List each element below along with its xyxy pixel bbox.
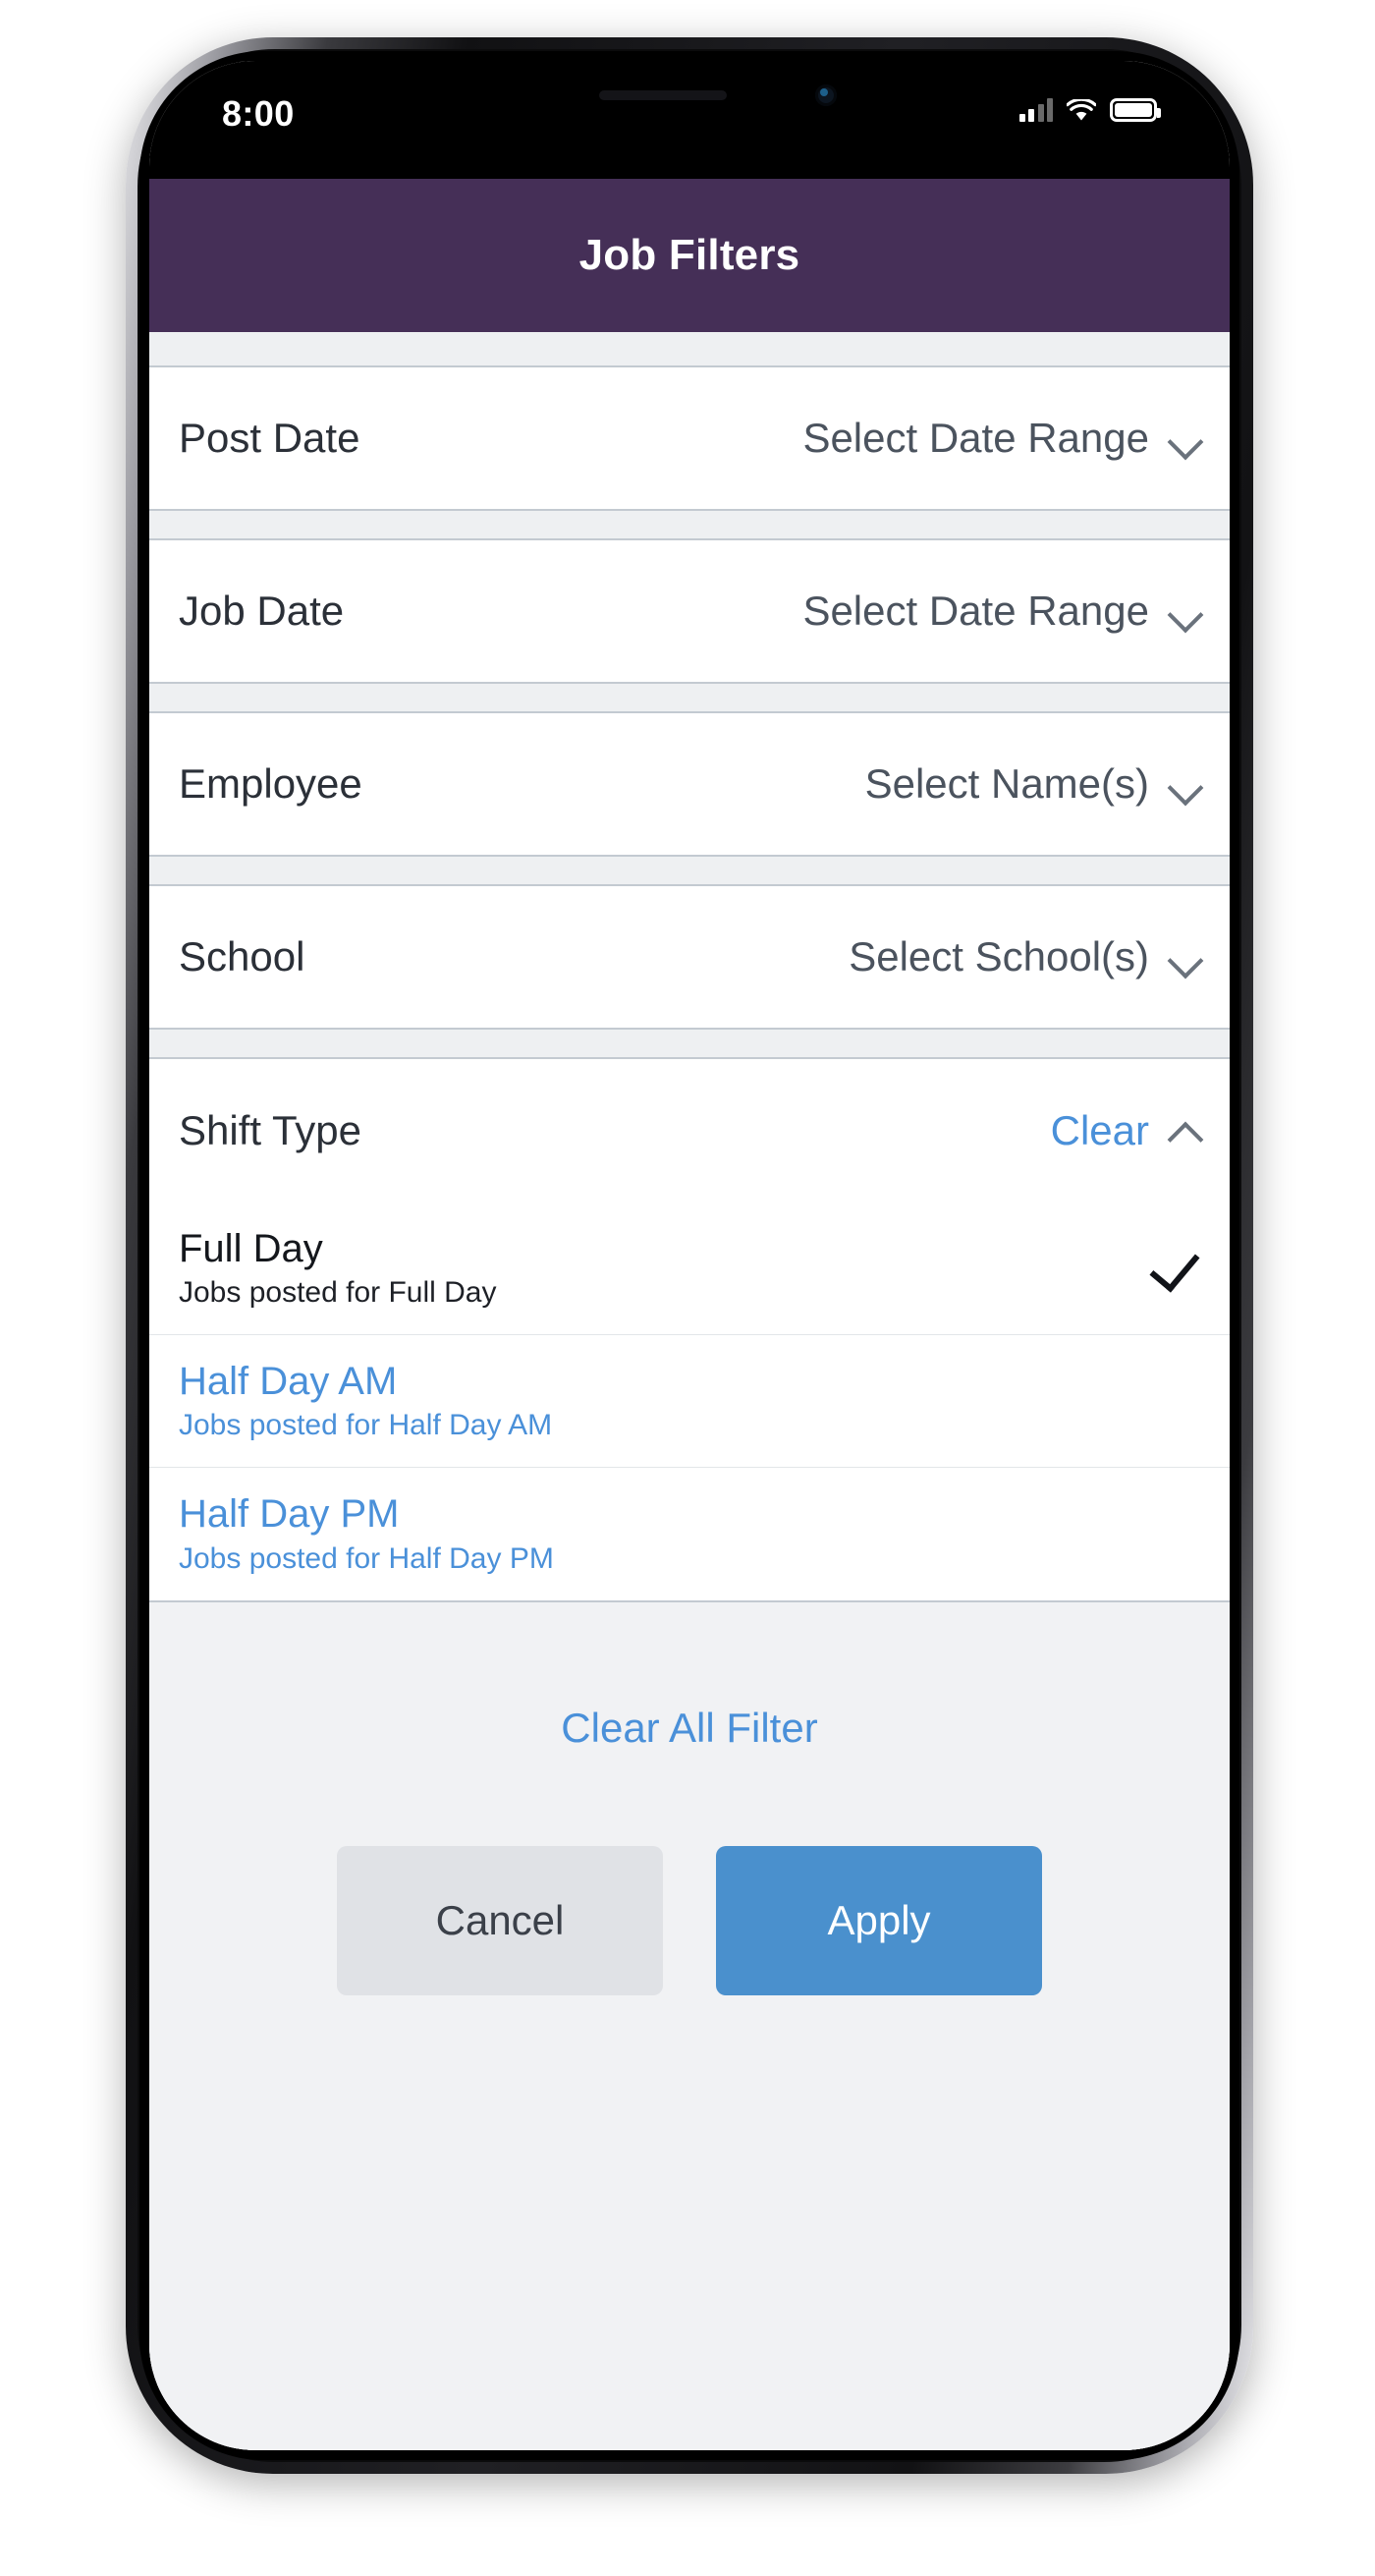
status-bar-time: 8:00: [222, 93, 295, 134]
filters-list: Post Date Select Date Range Job Date Sel…: [149, 332, 1230, 2450]
chevron-up-icon[interactable]: [1165, 1111, 1204, 1150]
filter-right-employee: Select Name(s): [865, 760, 1204, 808]
screenshot-stage: 8:00 Job Filters Post Date Select Date R…: [0, 0, 1375, 2576]
filter-row-post-date[interactable]: Post Date Select Date Range: [149, 365, 1230, 511]
front-camera-icon: [815, 84, 837, 106]
option-texts: Half Day PM Jobs posted for Half Day PM: [179, 1492, 554, 1575]
filter-row-employee[interactable]: Employee Select Name(s): [149, 711, 1230, 857]
clear-shift-type-link[interactable]: Clear: [1051, 1107, 1149, 1154]
filter-value-employee: Select Name(s): [864, 760, 1149, 807]
filter-right-school: Select School(s): [849, 933, 1204, 980]
filter-row-shift-type[interactable]: Shift Type Clear: [149, 1057, 1230, 1203]
phone-screen: 8:00 Job Filters Post Date Select Date R…: [149, 61, 1230, 2450]
filter-value-post-date: Select Date Range: [802, 415, 1149, 461]
option-subtitle: Jobs posted for Half Day AM: [179, 1409, 553, 1442]
list-gap: [149, 511, 1230, 538]
option-title: Half Day AM: [179, 1360, 398, 1404]
filter-label-shift-type: Shift Type: [179, 1107, 362, 1153]
screen-content: 8:00 Job Filters Post Date Select Date R…: [149, 61, 1230, 2450]
option-subtitle: Jobs posted for Full Day: [179, 1276, 497, 1310]
filter-label-employee: Employee: [179, 760, 362, 807]
filter-value-job-date: Select Date Range: [802, 588, 1149, 634]
chevron-down-icon[interactable]: [1165, 419, 1204, 458]
filter-right-post-date: Select Date Range: [802, 415, 1204, 462]
list-gap: [149, 684, 1230, 711]
filter-row-job-date[interactable]: Job Date Select Date Range: [149, 538, 1230, 684]
filter-label-school: School: [179, 933, 305, 980]
filter-row-school[interactable]: School Select School(s): [149, 884, 1230, 1030]
earpiece-speaker: [599, 90, 727, 100]
check-icon: [1149, 1242, 1196, 1289]
list-gap: [149, 857, 1230, 884]
filter-value-school: Select School(s): [849, 933, 1149, 980]
status-bar-indicators: [1018, 96, 1161, 122]
option-subtitle: Jobs posted for Half Day PM: [179, 1541, 554, 1575]
filter-right-job-date: Select Date Range: [802, 588, 1204, 635]
battery-full-icon: [1110, 98, 1161, 122]
wifi-icon: [1066, 97, 1097, 122]
filter-right-shift-type: Clear: [1051, 1107, 1204, 1154]
job-filters-app: Job Filters Post Date Select Date Range …: [149, 179, 1230, 2450]
footer-actions: Cancel Apply: [337, 1845, 1042, 1995]
shift-type-option-half-day-pm[interactable]: Half Day PM Jobs posted for Half Day PM: [149, 1468, 1230, 1599]
chevron-down-icon[interactable]: [1165, 937, 1204, 977]
notch: [483, 61, 896, 136]
shift-type-options: Full Day Jobs posted for Full Day Half D…: [149, 1203, 1230, 1602]
filter-label-job-date: Job Date: [179, 588, 345, 634]
option-title: Half Day PM: [179, 1492, 400, 1537]
apply-button[interactable]: Apply: [716, 1845, 1042, 1995]
filters-footer: Clear All Filter Cancel Apply: [149, 1601, 1230, 2450]
cancel-button[interactable]: Cancel: [337, 1845, 663, 1995]
list-gap: [149, 1030, 1230, 1057]
option-texts: Half Day AM Jobs posted for Half Day AM: [179, 1360, 553, 1442]
app-bar: Job Filters: [149, 179, 1230, 332]
shift-type-option-full-day[interactable]: Full Day Jobs posted for Full Day: [149, 1203, 1230, 1336]
clear-all-filter-link[interactable]: Clear All Filter: [561, 1705, 817, 1752]
page-title: Job Filters: [578, 231, 800, 279]
option-title: Full Day: [179, 1227, 323, 1270]
chevron-down-icon[interactable]: [1165, 764, 1204, 804]
chevron-down-icon[interactable]: [1165, 591, 1204, 631]
option-texts: Full Day Jobs posted for Full Day: [179, 1227, 497, 1310]
cellular-signal-icon: [1018, 98, 1053, 122]
filter-label-post-date: Post Date: [179, 415, 360, 461]
list-gap: [149, 332, 1230, 365]
shift-type-option-half-day-am[interactable]: Half Day AM Jobs posted for Half Day AM: [149, 1335, 1230, 1469]
